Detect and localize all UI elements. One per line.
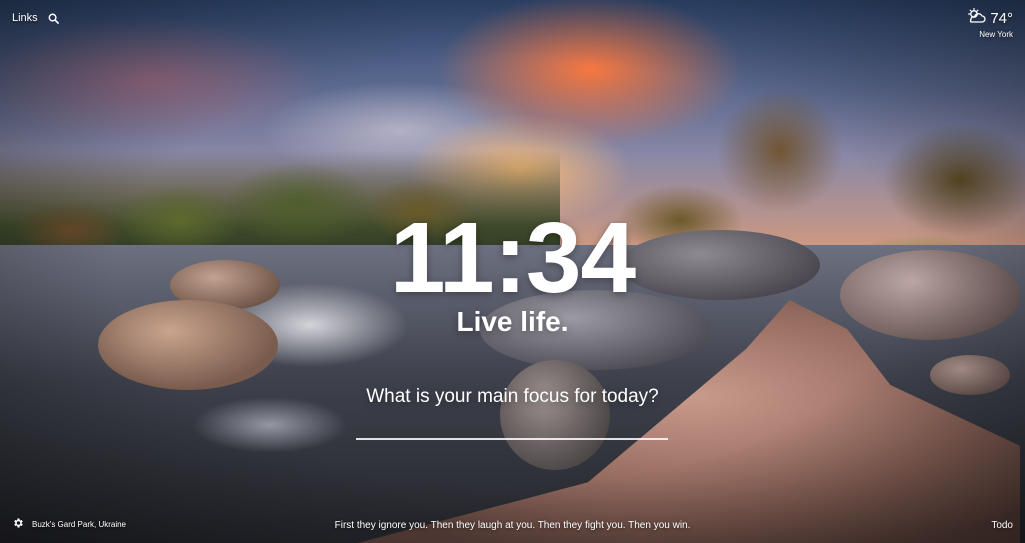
mantra-text: Live life. xyxy=(456,306,569,337)
partly-cloudy-icon xyxy=(966,8,986,29)
focus-prompt: What is your main focus for today? xyxy=(366,386,659,407)
search-icon[interactable] xyxy=(48,13,59,24)
temperature: 74° xyxy=(990,10,1013,27)
weather-widget[interactable]: 74° New York xyxy=(966,8,1013,39)
links-button[interactable]: Links xyxy=(12,12,38,24)
focus-input[interactable] xyxy=(356,416,668,440)
daily-quote[interactable]: First they ignore you. Then they laugh a… xyxy=(0,520,1025,531)
clock-time[interactable]: 11:34 xyxy=(0,198,1025,318)
weather-location: New York xyxy=(979,30,1013,39)
todo-button[interactable]: Todo xyxy=(991,520,1013,531)
top-left-controls: Links xyxy=(12,12,59,24)
